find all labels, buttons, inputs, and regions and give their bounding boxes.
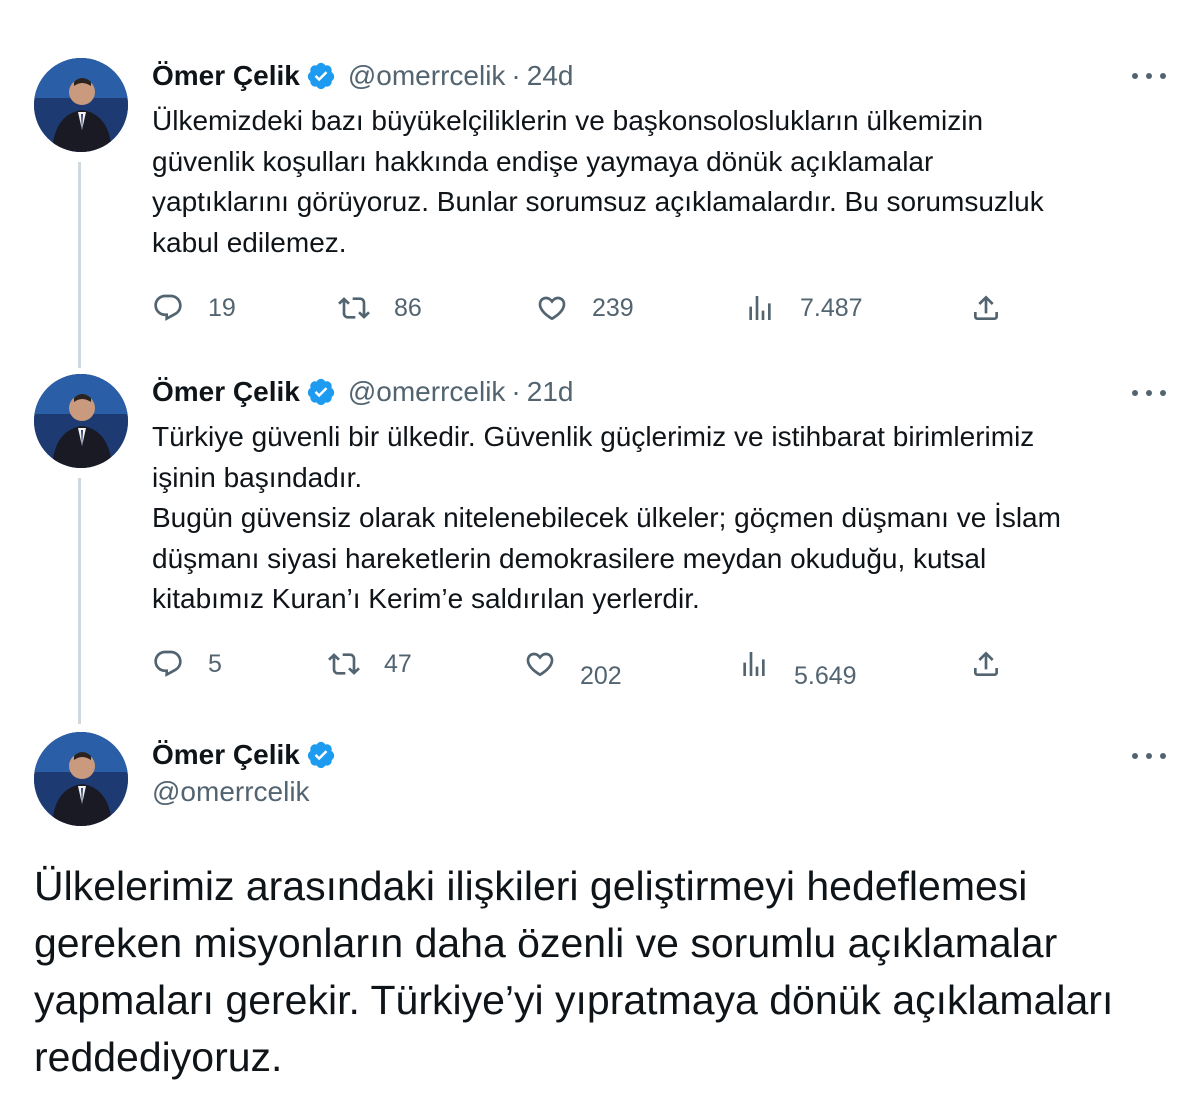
tweet-header: Ömer Çelik bbox=[152, 735, 336, 775]
avatar-photo-icon bbox=[34, 732, 128, 826]
more-icon[interactable] bbox=[1132, 746, 1166, 766]
author-name[interactable]: Ömer Çelik bbox=[152, 739, 300, 771]
tweet-header: Ömer Çelik @omerrcelik · 24d bbox=[152, 56, 573, 96]
author-handle[interactable]: @omerrcelik bbox=[348, 376, 506, 408]
tweet-text: Ülkemizdeki bazı büyükelçiliklerin ve ba… bbox=[152, 105, 1044, 258]
more-icon[interactable] bbox=[1132, 66, 1166, 86]
reply-button[interactable]: 19 bbox=[152, 288, 236, 328]
tweet-actions: 5 47 202 5.649 bbox=[152, 644, 1012, 690]
avatar[interactable] bbox=[34, 58, 128, 152]
like-button[interactable]: 239 bbox=[536, 288, 634, 328]
verified-badge-icon bbox=[307, 62, 335, 90]
retweet-count: 47 bbox=[384, 649, 412, 678]
tweet-text: Türkiye güvenli bir ülkedir. Güvenlik gü… bbox=[152, 421, 1061, 614]
author-name[interactable]: Ömer Çelik bbox=[152, 376, 300, 408]
views-count: 5.649 bbox=[794, 661, 857, 690]
avatar[interactable] bbox=[34, 732, 128, 826]
retweet-button[interactable]: 47 bbox=[328, 644, 412, 684]
avatar-photo-icon bbox=[34, 58, 128, 152]
verified-badge-icon bbox=[307, 741, 335, 769]
tweet-actions: 19 86 239 7.487 bbox=[152, 288, 1012, 328]
tweet-time[interactable]: 24d bbox=[527, 60, 574, 92]
more-icon[interactable] bbox=[1132, 383, 1166, 403]
tweet-time[interactable]: 21d bbox=[527, 376, 574, 408]
like-icon bbox=[538, 296, 566, 321]
views-button[interactable]: 7.487 bbox=[744, 288, 863, 328]
avatar[interactable] bbox=[34, 374, 128, 468]
like-button[interactable]: 202 bbox=[524, 644, 622, 690]
reply-icon bbox=[154, 294, 182, 321]
thread-line bbox=[78, 478, 81, 724]
thread-line bbox=[78, 162, 81, 368]
reply-button[interactable]: 5 bbox=[152, 644, 222, 684]
author-handle[interactable]: @omerrcelik bbox=[348, 60, 506, 92]
tweet-header: Ömer Çelik @omerrcelik · 21d bbox=[152, 372, 573, 412]
views-icon bbox=[749, 296, 771, 320]
like-count: 202 bbox=[580, 661, 622, 690]
like-count: 239 bbox=[592, 293, 634, 322]
retweet-icon bbox=[338, 297, 370, 319]
share-button[interactable] bbox=[970, 644, 1002, 684]
avatar-photo-icon bbox=[34, 374, 128, 468]
share-icon bbox=[974, 295, 998, 320]
reply-icon bbox=[154, 650, 182, 677]
views-count: 7.487 bbox=[800, 293, 863, 322]
reply-count: 19 bbox=[208, 293, 236, 322]
share-button[interactable] bbox=[970, 288, 1002, 328]
reply-count: 5 bbox=[208, 649, 222, 678]
author-name[interactable]: Ömer Çelik bbox=[152, 60, 300, 92]
views-icon bbox=[743, 652, 765, 676]
views-button[interactable]: 5.649 bbox=[738, 644, 857, 690]
retweet-icon bbox=[328, 653, 360, 675]
retweet-button[interactable]: 86 bbox=[338, 288, 422, 328]
share-icon bbox=[974, 651, 998, 676]
verified-badge-icon bbox=[307, 378, 335, 406]
like-icon bbox=[526, 652, 554, 677]
author-handle[interactable]: @omerrcelik bbox=[152, 776, 310, 808]
main-tweet-text: Ülkelerimiz arasındaki ilişkileri gelişt… bbox=[34, 863, 1114, 1080]
separator-dot: · bbox=[511, 376, 521, 407]
retweet-count: 86 bbox=[394, 293, 422, 322]
separator-dot: · bbox=[511, 60, 521, 91]
